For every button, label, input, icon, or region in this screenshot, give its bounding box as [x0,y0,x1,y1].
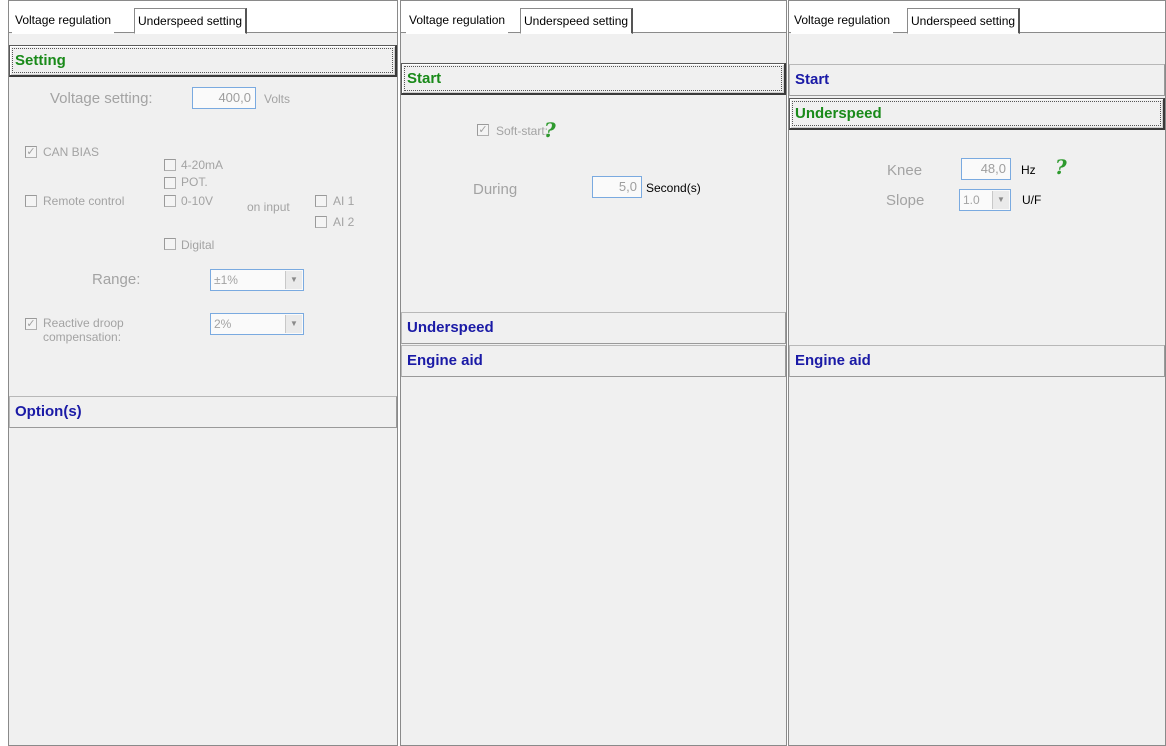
tab-underspeed-setting[interactable]: Underspeed setting [907,8,1021,34]
reactive-droop-select[interactable]: 2% ▼ [210,313,304,335]
tab-bar: Voltage regulation Underspeed setting [401,1,786,34]
digital-label: Digital [181,238,215,252]
options-section-header[interactable]: Option(s) [9,396,397,428]
0-10v-checkbox[interactable] [164,195,176,207]
4-20ma-checkbox[interactable] [164,159,176,171]
during-input[interactable]: 5,0 [592,176,642,198]
start-header-label: Start [407,70,442,87]
tab-underspeed-setting[interactable]: Underspeed setting [520,8,634,34]
remote-control-checkbox[interactable] [25,195,37,207]
soft-start-label: Soft-start: [496,124,549,138]
voltage-regulation-panel: Voltage regulation Underspeed setting Se… [8,0,398,746]
reactive-droop-label-line1: Reactive droop [43,316,124,330]
range-value: ±1% [214,273,238,287]
ai2-checkbox[interactable] [315,216,327,228]
ai1-label: AI 1 [333,194,355,208]
4-20ma-label: 4-20mA [181,158,224,172]
reactive-droop-label-line2: compensation: [43,330,122,344]
tab-voltage-regulation[interactable]: Voltage regulation [791,8,894,34]
can-bias-checkbox[interactable]: ✓ [25,146,37,158]
underspeed-start-panel: Voltage regulation Underspeed setting St… [400,0,787,746]
voltage-unit: Volts [264,92,291,106]
slope-select[interactable]: 1.0 ▼ [959,189,1011,211]
reactive-droop-checkbox[interactable]: ✓ [25,318,37,330]
setting-header-label: Setting [15,52,66,69]
underspeed-knee-panel: Voltage regulation Underspeed setting St… [788,0,1166,746]
digital-checkbox[interactable] [164,238,176,250]
tab-underspeed-setting[interactable]: Underspeed setting [134,8,248,34]
options-header-label: Option(s) [15,403,82,420]
engine-aid-header-label: Engine aid [407,352,483,369]
setting-section-header[interactable]: Setting [9,45,397,77]
ai2-label: AI 2 [333,215,355,229]
remote-control-label: Remote control [43,194,125,208]
underspeed-header-label: Underspeed [407,319,494,336]
during-unit: Second(s) [646,181,701,195]
tab-voltage-regulation[interactable]: Voltage regulation [12,8,115,34]
start-section-header[interactable]: Start [401,63,786,95]
help-icon[interactable]: ? [1055,157,1067,177]
during-label: During [473,181,518,198]
range-label: Range: [92,271,141,288]
underspeed-section-header[interactable]: Underspeed [401,312,786,344]
underspeed-header-label: Underspeed [795,105,882,122]
underspeed-section-header[interactable]: Underspeed [789,98,1165,130]
ai1-checkbox[interactable] [315,195,327,207]
help-icon[interactable]: ? [544,120,556,140]
range-select[interactable]: ±1% ▼ [210,269,304,291]
voltage-setting-input[interactable]: 400,0 [192,87,256,109]
tab-bar: Voltage regulation Underspeed setting [9,1,397,34]
engine-aid-header-label: Engine aid [795,352,871,369]
pot-label: POT. [181,175,208,189]
knee-input[interactable]: 48,0 [961,158,1011,180]
knee-unit: Hz [1021,163,1036,177]
engine-aid-section-header[interactable]: Engine aid [789,345,1165,377]
soft-start-checkbox[interactable]: ✓ [477,124,489,136]
start-section-header[interactable]: Start [789,64,1165,96]
chevron-down-icon[interactable]: ▼ [285,271,302,289]
tab-bar: Voltage regulation Underspeed setting [789,1,1165,34]
engine-aid-section-header[interactable]: Engine aid [401,345,786,377]
start-header-label: Start [795,71,830,88]
0-10v-label: 0-10V [181,194,214,208]
pot-checkbox[interactable] [164,177,176,189]
voltage-setting-label: Voltage setting: [50,90,153,107]
on-input-label: on input [247,200,290,214]
chevron-down-icon[interactable]: ▼ [992,191,1009,209]
chevron-down-icon[interactable]: ▼ [285,315,302,333]
tab-voltage-regulation[interactable]: Voltage regulation [406,8,509,34]
slope-unit: U/F [1022,193,1042,207]
slope-label: Slope [886,192,925,209]
slope-value: 1.0 [963,193,980,207]
can-bias-label: CAN BIAS [43,145,100,159]
knee-label: Knee [887,162,923,179]
reactive-droop-value: 2% [214,317,232,331]
